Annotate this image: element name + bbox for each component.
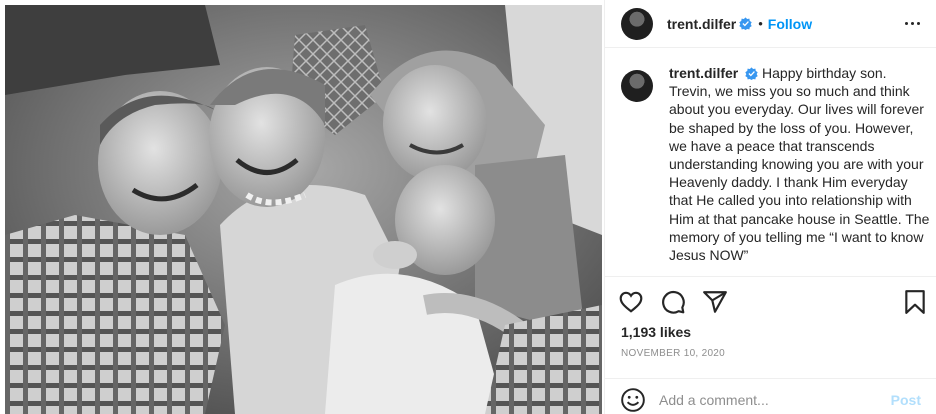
post-actions-section	[605, 276, 936, 314]
comment-bar: Post	[605, 378, 936, 414]
caption-avatar[interactable]	[621, 70, 653, 102]
author-avatar[interactable]	[621, 7, 653, 40]
header-separator: •	[758, 16, 763, 31]
post-date: NOVEMBER 10, 2020	[621, 348, 726, 359]
more-options-icon[interactable]	[901, 12, 923, 34]
verified-badge-icon	[745, 67, 758, 80]
caption-text: Happy birthday son. Trevin, we miss you …	[669, 65, 930, 264]
post-caption: trent.dilfer Happy birthday son. Trevin,…	[621, 64, 931, 270]
likes-count[interactable]: 1,193 likes	[621, 324, 691, 340]
share-icon[interactable]	[702, 289, 728, 315]
post-comment-button[interactable]: Post	[891, 392, 921, 408]
comment-input[interactable]	[659, 390, 879, 410]
author-username[interactable]: trent.dilfer	[667, 16, 736, 32]
family-photo-image	[5, 5, 602, 414]
comment-icon[interactable]	[660, 289, 686, 315]
post-details-panel: trent.dilfer • Follow trent.dilfer Happy…	[604, 0, 936, 414]
action-bar	[618, 289, 925, 317]
caption-body: trent.dilfer Happy birthday son. Trevin,…	[669, 64, 931, 264]
post-header: trent.dilfer • Follow	[605, 0, 936, 48]
bookmark-icon[interactable]	[902, 289, 928, 315]
post-photo[interactable]	[5, 5, 602, 414]
follow-button[interactable]: Follow	[768, 16, 812, 32]
caption-username[interactable]: trent.dilfer	[669, 65, 738, 81]
emoji-icon[interactable]	[620, 387, 646, 413]
verified-badge-icon	[739, 17, 752, 30]
heart-icon[interactable]	[618, 289, 644, 315]
